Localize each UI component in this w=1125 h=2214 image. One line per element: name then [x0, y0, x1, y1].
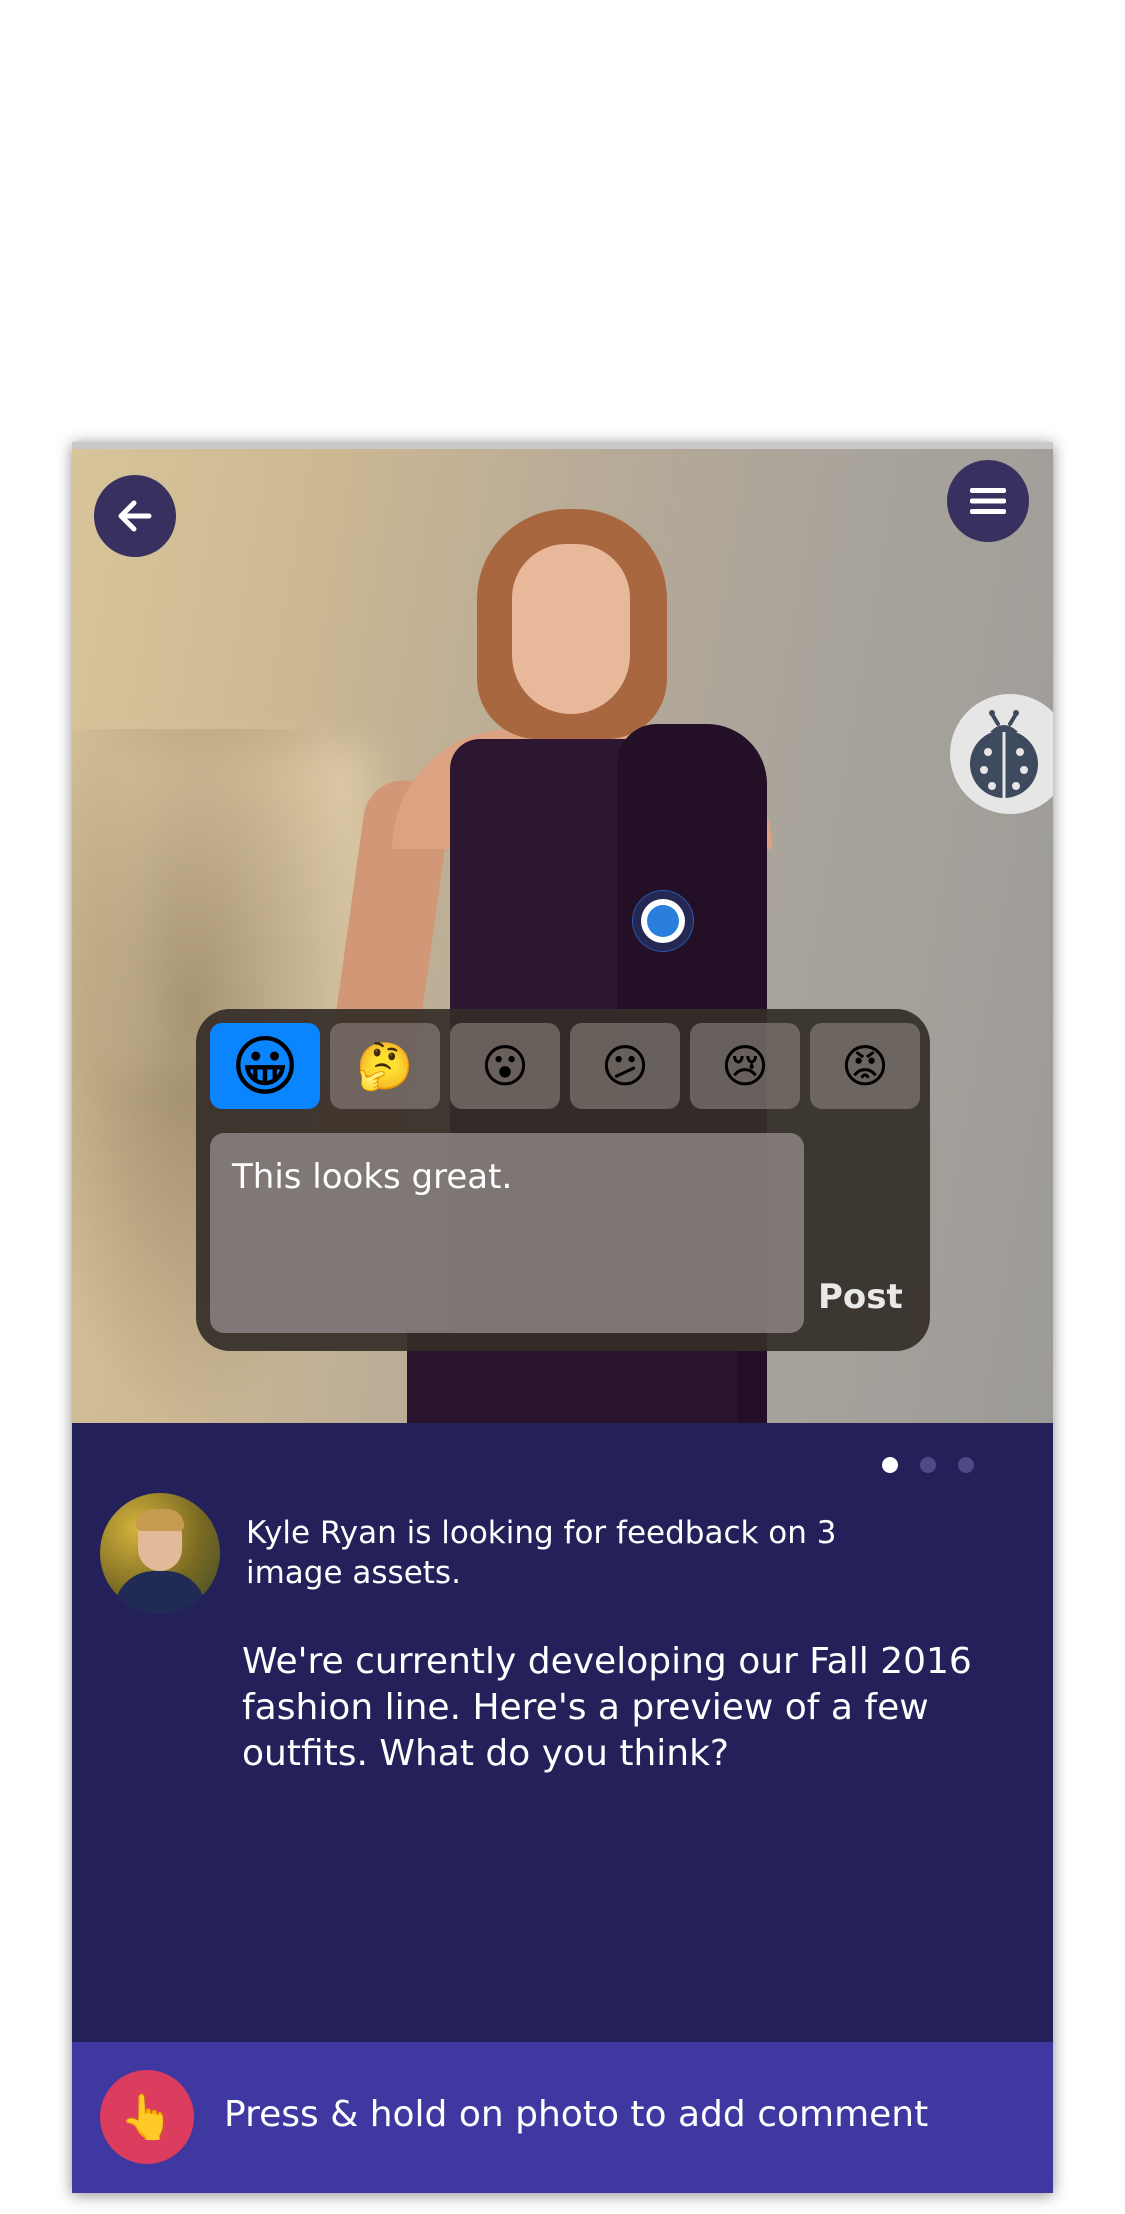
comment-input[interactable]: This looks great.	[210, 1133, 804, 1333]
pointing-hand-icon[interactable]: 👆	[100, 2070, 194, 2164]
reaction-angry-button[interactable]: 😡	[810, 1023, 920, 1109]
reaction-thinking-button[interactable]: 🤔	[330, 1023, 440, 1109]
bottom-hint-bar: 👆 Press & hold on photo to add comment	[72, 2042, 1053, 2193]
menu-button[interactable]	[947, 460, 1029, 542]
arrow-left-icon	[118, 500, 152, 532]
hint-text: Press & hold on photo to add comment	[224, 2094, 929, 2135]
reaction-row: 😀 🤔 😮 😕 😢 😡	[210, 1023, 932, 1109]
reaction-confused-button[interactable]: 😕	[570, 1023, 680, 1109]
avatar-body	[114, 1571, 206, 1613]
reaction-surprised-button[interactable]: 😮	[450, 1023, 560, 1109]
page-dot-2[interactable]	[920, 1457, 936, 1473]
avatar-hair	[136, 1509, 184, 1531]
pin-dot	[647, 905, 679, 937]
fashion-photo[interactable]: 😀 🤔 😮 😕 😢 😡 This looks great. Post	[72, 449, 1053, 1423]
comment-location-pin[interactable]	[632, 890, 694, 952]
pin-ring	[641, 899, 685, 943]
page-dot-3[interactable]	[958, 1457, 974, 1473]
phone-screen: 😀 🤔 😮 😕 😢 😡 This looks great. Post Kyle …	[72, 442, 1053, 2193]
post-button[interactable]: Post	[818, 1277, 903, 1317]
hamburger-menu-icon	[970, 488, 1006, 514]
avatar[interactable]	[100, 1493, 220, 1613]
back-button[interactable]	[94, 475, 176, 557]
post-description: We're currently developing our Fall 2016…	[242, 1641, 972, 1774]
reaction-crying-button[interactable]: 😢	[690, 1023, 800, 1109]
reaction-grinning-button[interactable]: 😀	[210, 1023, 320, 1109]
comment-popover: 😀 🤔 😮 😕 😢 😡 This looks great. Post	[196, 1009, 930, 1351]
page-dot-1[interactable]	[882, 1457, 898, 1473]
model-face	[512, 544, 630, 714]
feedback-request-text: Kyle Ryan is looking for feedback on 3 i…	[246, 1515, 837, 1591]
ladybug-icon	[970, 710, 1038, 798]
page-indicator	[882, 1457, 974, 1473]
report-bug-button[interactable]	[950, 694, 1053, 814]
